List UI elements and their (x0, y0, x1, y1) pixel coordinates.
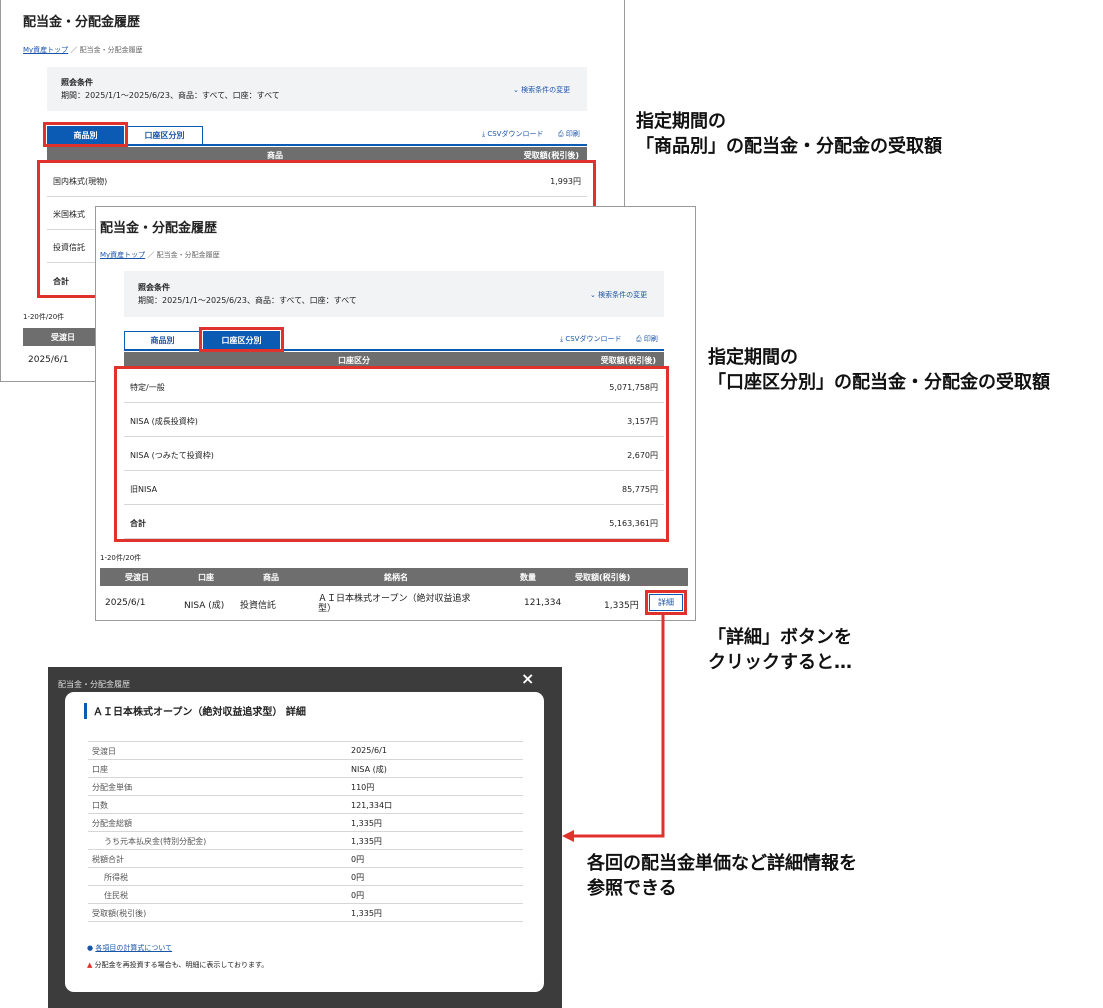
modal-row: 分配金単価 110円 (88, 778, 523, 796)
highlight-tab-by-account (199, 327, 284, 352)
printer-icon: ⎙ (558, 130, 566, 138)
modal-row: 受取額(税引後) 1,335円 (88, 904, 523, 922)
breadcrumb: My資産トップ ／ 配当金・分配金履歴 (100, 251, 220, 259)
detail-table-row: 2025/6/1 NISA (成) 投資信託 ＡＩ日本株式オープン（絶対収益追求… (105, 594, 639, 614)
calc-help-link[interactable]: ● 各項目の計算式について (87, 943, 172, 953)
highlight-tab-by-product (43, 122, 128, 147)
change-conditions-link[interactable]: ⌄ 検索条件の変更 (513, 85, 570, 95)
conditions-text: 期間：2025/1/1～2025/6/23、商品：すべて、口座：すべて (138, 296, 357, 305)
breadcrumb-home-link[interactable]: My資産トップ (100, 251, 145, 259)
chevron-down-icon: ⌄ (513, 86, 522, 94)
modal-title: ＡＩ日本株式オープン（絶対収益追求型） 詳細 (84, 703, 306, 719)
modal-row: 税額合計 0円 (88, 850, 523, 868)
modal-row: うち元本払戻金(特別分配金) 1,335円 (88, 832, 523, 850)
print-link[interactable]: ⎙ 印刷 (636, 334, 658, 344)
annotation-by-account: 指定期間の 「口座区分別」の配当金・分配金の受取額 (708, 347, 1050, 393)
csv-download-link[interactable]: ⤓ CSVダウンロード (482, 129, 543, 139)
page-title: 配当金・分配金履歴 (23, 15, 141, 30)
breadcrumb-home-link[interactable]: My資産トップ (23, 46, 68, 54)
breadcrumb: My資産トップ ／ 配当金・分配金履歴 (23, 46, 143, 54)
highlight-account-table (114, 366, 669, 542)
detail-table-header: 受渡日 口座 商品 銘柄名 数量 受取額(税引後) (100, 568, 688, 586)
result-count: 1-20件/20件 (100, 554, 142, 562)
printer-icon: ⎙ (636, 335, 644, 343)
conditions-label: 照会条件 (61, 78, 93, 87)
tab-by-account[interactable]: 口座区分別 (126, 126, 203, 144)
close-icon[interactable]: × (521, 669, 534, 688)
modal-row: 受渡日 2025/6/1 (88, 742, 523, 760)
highlight-detail-button (645, 590, 687, 615)
modal-row: 口数 121,334口 (88, 796, 523, 814)
conditions-panel: 照会条件 期間：2025/1/1～2025/6/23、商品：すべて、口座：すべて… (47, 67, 587, 111)
conditions-label: 照会条件 (138, 283, 170, 292)
question-icon: ● (87, 944, 94, 952)
page-title: 配当金・分配金履歴 (100, 221, 218, 236)
csv-download-link[interactable]: ⤓ CSVダウンロード (560, 334, 621, 344)
conditions-panel: 照会条件 期間：2025/1/1～2025/6/23、商品：すべて、口座：すべて… (124, 271, 664, 317)
result-count: 1-20件/20件 (23, 313, 65, 321)
print-link[interactable]: ⎙ 印刷 (558, 129, 580, 139)
chevron-down-icon: ⌄ (590, 291, 599, 299)
modal-row: 口座 NISA (成) (88, 760, 523, 778)
reinvest-warning: ▲ 分配金を再投資する場合も、明細に表示しております。 (87, 961, 269, 969)
front-screenshot: 配当金・分配金履歴 My資産トップ ／ 配当金・分配金履歴 照会条件 期間：20… (95, 206, 696, 621)
conditions-text: 期間：2025/1/1～2025/6/23、商品：すべて、口座：すべて (61, 91, 280, 100)
modal-row: 分配金総額 1,335円 (88, 814, 523, 832)
annotation-detail-click: 「詳細」ボタンを クリックすると… (708, 627, 852, 673)
modal-row: 住民税 0円 (88, 886, 523, 904)
tab-underline (47, 144, 587, 146)
modal-row: 所得税 0円 (88, 868, 523, 886)
change-conditions-link[interactable]: ⌄ 検索条件の変更 (590, 290, 647, 300)
annotation-detail-info: 各回の配当金単価など詳細情報を 参照できる (587, 853, 857, 899)
tab-by-product[interactable]: 商品別 (124, 331, 201, 349)
annotation-by-product: 指定期間の 「商品別」の配当金・分配金の受取額 (636, 111, 942, 157)
overlay-breadcrumb: 配当金・分配金履歴 (58, 680, 130, 689)
warning-icon: ▲ (87, 961, 93, 969)
